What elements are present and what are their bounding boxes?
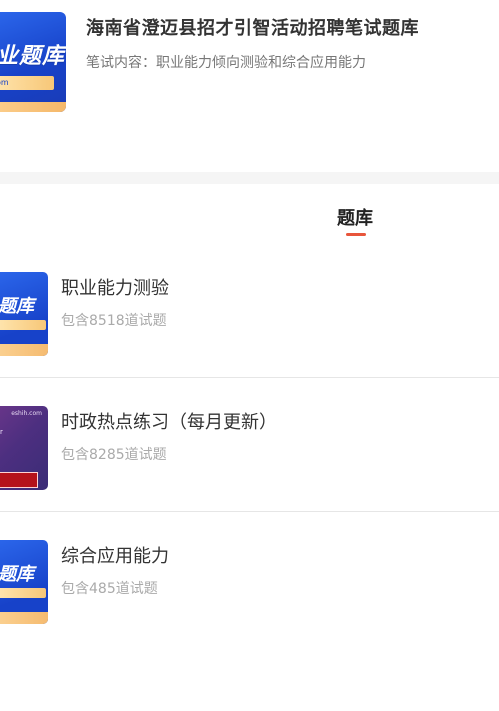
bank-name: 综合应用能力: [61, 546, 169, 567]
bank-cover-thumbnail: eshih.com r: [0, 406, 48, 490]
thumbnail-banner-text: om: [0, 78, 9, 87]
bank-cover-thumbnail: 题库: [0, 272, 48, 356]
question-bank-item[interactable]: 题库 职业能力测验 包含8518道试题: [0, 244, 499, 378]
exam-content-description: 笔试内容：职业能力倾向测验和综合应用能力: [86, 55, 366, 71]
page: 业题库 om t 海南省澄迈县招才引智活动招聘笔试题库 笔试内容：职业能力倾向测…: [0, 0, 499, 711]
exam-header-card[interactable]: 业题库 om t 海南省澄迈县招才引智活动招聘笔试题库 笔试内容：职业能力倾向测…: [0, 0, 499, 172]
thumbnail-title: 题库: [0, 564, 34, 585]
thumbnail-bottom-band: [0, 102, 66, 112]
section-divider: [0, 172, 499, 184]
bank-question-count: 包含485道试题: [61, 581, 158, 597]
bank-name: 职业能力测验: [61, 278, 169, 299]
bank-question-count: 包含8285道试题: [61, 447, 167, 463]
bank-question-count: 包含8518道试题: [61, 313, 167, 329]
tab-active-indicator: [346, 233, 366, 236]
question-bank-item[interactable]: eshih.com r 时政热点练习（每月更新） 包含8285道试题: [0, 378, 499, 512]
tab-question-bank[interactable]: 题库: [337, 204, 373, 230]
question-bank-list: 题库 职业能力测验 包含8518道试题 eshih.com r 时政热点练习（每…: [0, 244, 499, 645]
exam-cover-thumbnail: 业题库 om t: [0, 12, 66, 112]
thumbnail-bottom-band: [0, 344, 48, 356]
thumbnail-text: r: [0, 428, 3, 436]
question-bank-item[interactable]: 题库 综合应用能力 包含485道试题: [0, 512, 499, 645]
thumbnail-title: 题库: [0, 296, 34, 317]
bank-cover-thumbnail: 题库: [0, 540, 48, 624]
thumbnail-banner: [0, 588, 46, 598]
thumbnail-title: 业题库: [0, 44, 66, 69]
thumbnail-site-text: eshih.com: [11, 410, 42, 417]
exam-title: 海南省澄迈县招才引智活动招聘笔试题库: [86, 18, 419, 39]
bank-name: 时政热点练习（每月更新）: [61, 412, 277, 433]
thumbnail-bottom-band: [0, 612, 48, 624]
thumbnail-banner: [0, 320, 46, 330]
tab-bar: 题库: [0, 184, 499, 244]
thumbnail-red-badge: [0, 472, 38, 488]
